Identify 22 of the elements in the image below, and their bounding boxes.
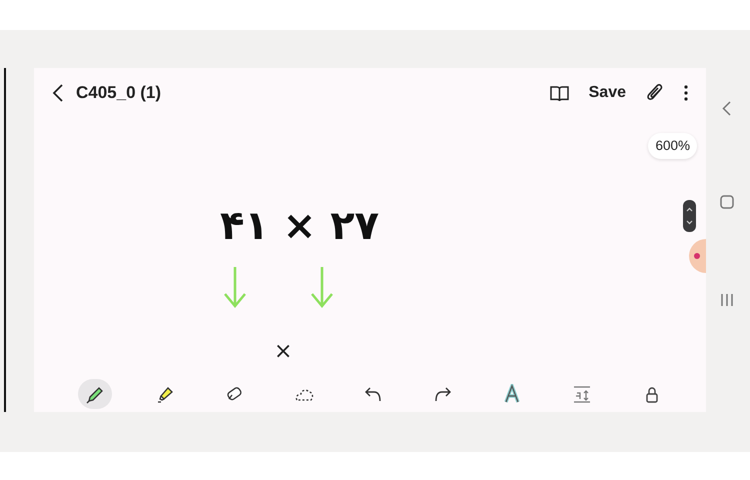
handwritten-expression: ۴۱ × ۲۷ xyxy=(220,206,380,246)
more-button[interactable] xyxy=(684,85,688,101)
text-format-icon xyxy=(572,384,592,404)
back-icon xyxy=(52,83,64,103)
scroll-handle[interactable] xyxy=(683,200,696,232)
handwritten-mark: × xyxy=(274,341,292,363)
back-icon[interactable] xyxy=(722,101,731,116)
arrow-icon xyxy=(223,266,247,308)
attach-button[interactable] xyxy=(646,83,664,103)
recents-icon[interactable] xyxy=(720,293,734,307)
home-icon[interactable] xyxy=(720,195,734,209)
paperclip-icon xyxy=(646,83,664,103)
zoom-level: 600% xyxy=(648,133,697,160)
back-button[interactable] xyxy=(52,83,64,103)
book-icon xyxy=(550,84,569,102)
arrow-icon xyxy=(310,266,334,308)
save-button[interactable]: Save xyxy=(588,81,626,105)
text-style-icon xyxy=(502,384,522,404)
reading-mode-button[interactable] xyxy=(550,84,569,102)
more-icon xyxy=(684,85,688,101)
note-title: C405_0 (1) xyxy=(76,82,162,104)
pen-tool[interactable] xyxy=(78,379,112,409)
